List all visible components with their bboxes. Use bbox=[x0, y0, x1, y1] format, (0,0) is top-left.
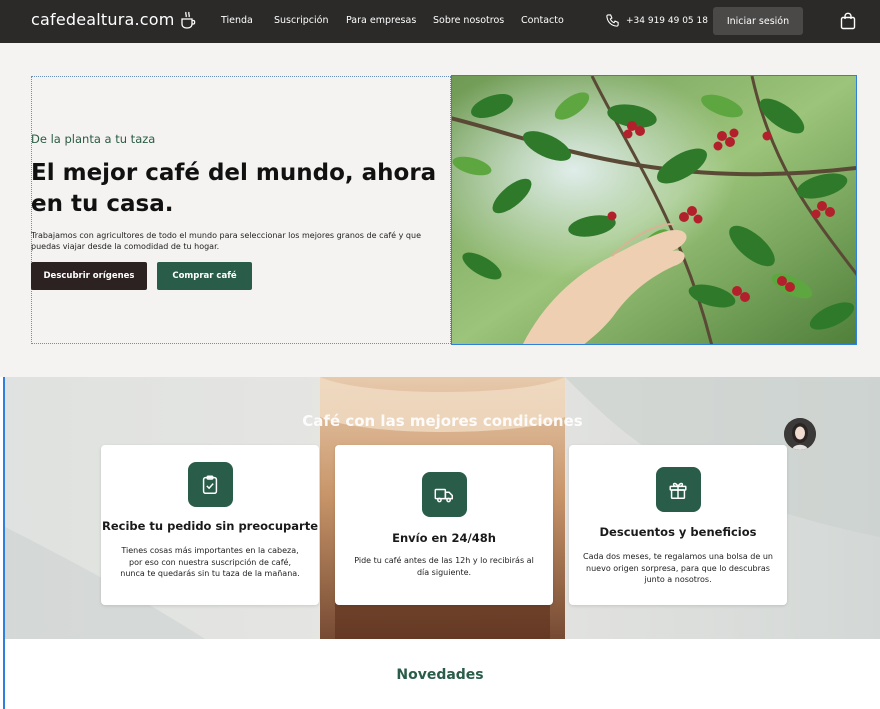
phone-number: +34 919 49 05 18 bbox=[626, 15, 708, 26]
card-icon-badge bbox=[421, 472, 467, 517]
feature-card-discounts: Descuentos y beneficios Cada dos meses, … bbox=[569, 445, 787, 605]
user-avatar[interactable] bbox=[784, 418, 816, 450]
clipboard-check-icon bbox=[202, 475, 218, 494]
feature-card-shipping: Envío en 24/48h Pide tu café antes de la… bbox=[335, 445, 553, 605]
card-icon-badge bbox=[655, 467, 701, 512]
feature-card-text: Tienes cosas más importantes en la cabez… bbox=[120, 546, 300, 578]
feature-card-text: Cada dos meses, te regalamos una bolsa d… bbox=[583, 552, 773, 584]
site-header: cafedealtura.com Tienda Suscripción Para… bbox=[0, 0, 880, 43]
discover-origins-button[interactable]: Descubrir orígenes bbox=[31, 262, 147, 290]
feature-card-delivery-worry-free: Recibe tu pedido sin preocuparte Tienes … bbox=[101, 445, 319, 605]
feature-card-title: Envío en 24/48h bbox=[392, 531, 496, 545]
avatar-portrait-icon bbox=[784, 418, 816, 450]
nav-link-suscripcion[interactable]: Suscripción bbox=[274, 15, 329, 26]
card-icon-badge bbox=[187, 462, 233, 507]
hero-image-coffee-plant bbox=[451, 75, 857, 345]
conditions-section: Café con las mejores condiciones Recibe … bbox=[5, 377, 880, 639]
logo-text: cafedealtura.com bbox=[31, 10, 175, 29]
nav-link-sobre-nosotros[interactable]: Sobre nosotros bbox=[433, 15, 504, 26]
feature-card-title: Recibe tu pedido sin preocuparte bbox=[101, 519, 319, 533]
hero-description: Trabajamos con agricultores de todo el m… bbox=[31, 231, 421, 251]
coffee-cup-icon bbox=[180, 11, 195, 29]
phone-icon bbox=[606, 14, 619, 27]
truck-icon bbox=[434, 488, 453, 502]
feature-card-text: Pide tu café antes de las 12h y lo recib… bbox=[354, 556, 534, 577]
nav-link-contacto[interactable]: Contacto bbox=[521, 15, 564, 26]
news-section-title: Novedades bbox=[396, 667, 484, 683]
conditions-title: Café con las mejores condiciones bbox=[302, 412, 583, 430]
nav-link-tienda[interactable]: Tienda bbox=[221, 15, 253, 26]
site-logo[interactable]: cafedealtura.com bbox=[31, 10, 196, 29]
login-button[interactable]: Iniciar sesión bbox=[713, 7, 803, 35]
shopping-bag-icon[interactable] bbox=[840, 12, 856, 30]
nav-link-para-empresas[interactable]: Para empresas bbox=[346, 15, 416, 26]
hero-title: El mejor café del mundo, ahora en tu cas… bbox=[31, 160, 437, 217]
gift-icon bbox=[669, 482, 687, 499]
feature-card-title: Descuentos y beneficios bbox=[599, 525, 757, 539]
hero-eyebrow: De la planta a tu taza bbox=[31, 132, 156, 146]
phone-link[interactable]: +34 919 49 05 18 bbox=[605, 13, 708, 28]
coffee-plant-illustration bbox=[452, 76, 856, 344]
buy-coffee-button[interactable]: Comprar café bbox=[157, 262, 252, 290]
